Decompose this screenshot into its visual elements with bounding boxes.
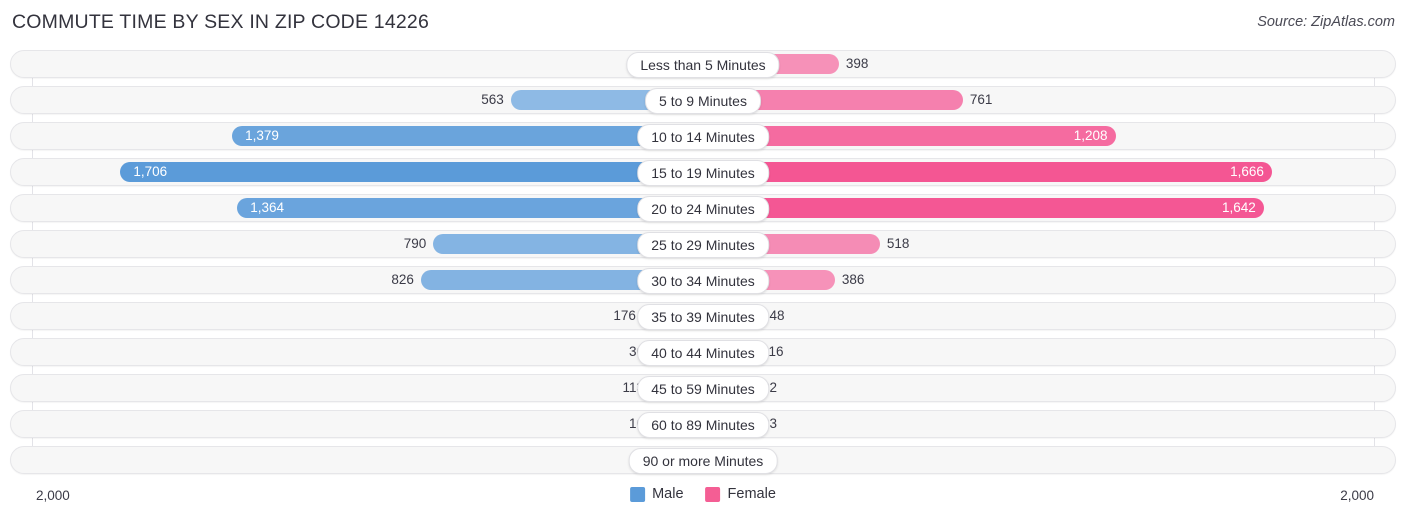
bar-male (120, 162, 703, 182)
bar-value-male: 1,706 (133, 164, 168, 179)
bar-row-inner: 1,706 1,666 15 to 19 Minutes (11, 159, 1395, 186)
bar-value-female: 518 (886, 236, 910, 251)
chart-footer: 2,000 Male Female 2,000 (0, 478, 1406, 523)
bar-male (232, 126, 703, 146)
category-label: 90 or more Minutes (628, 448, 778, 474)
bar-value-male: 826 (391, 272, 414, 287)
category-label: 15 to 19 Minutes (637, 160, 769, 186)
category-label: Less than 5 Minutes (626, 52, 780, 78)
bar-value-male: 790 (403, 236, 427, 251)
bar-row-inner: 162360 to 89 Minutes (11, 411, 1395, 438)
chart-plot-area: 91398Less than 5 Minutes5637615 to 9 Min… (0, 46, 1406, 478)
table-row: 790 518 25 to 29 Minutes (10, 230, 1396, 258)
bar-value-female: 1,642 (1221, 200, 1256, 215)
table-row: 162360 to 89 Minutes (10, 410, 1396, 438)
table-row: 176 148 35 to 39 Minutes (10, 302, 1396, 330)
category-label: 40 to 44 Minutes (637, 340, 769, 366)
bar-value-female: 761 (969, 92, 993, 107)
bar-value-male: 176 (613, 308, 636, 323)
table-row: 826 386 30 to 34 Minutes (10, 266, 1396, 294)
page-title: COMMUTE TIME BY SEX IN ZIP CODE 14226 (12, 11, 430, 33)
legend-item-female[interactable]: Female (705, 486, 776, 502)
category-label: 25 to 29 Minutes (637, 232, 769, 258)
bar-row-inner: 1,379 1,208 10 to 14 Minutes (11, 123, 1395, 150)
table-row: 1,364 1,642 20 to 24 Minutes (10, 194, 1396, 222)
bar-female (703, 198, 1264, 218)
bar-value-male: 1,364 (250, 200, 284, 215)
bar-row-inner: 1,364 1,642 20 to 24 Minutes (11, 195, 1395, 222)
bar-value-female: 1,666 (1230, 164, 1264, 179)
bar-female (703, 162, 1272, 182)
category-label: 10 to 14 Minutes (637, 124, 769, 150)
table-row: 84290 or more Minutes (10, 446, 1396, 474)
bar-row-inner: 3611640 to 44 Minutes (11, 339, 1395, 366)
table-row: 1,379 1,208 10 to 14 Minutes (10, 122, 1396, 150)
bar-row-inner: 113 22 45 to 59 Minutes (11, 375, 1395, 402)
legend-label: Female (727, 486, 776, 502)
chart-header: COMMUTE TIME BY SEX IN ZIP CODE 14226 So… (0, 0, 1406, 46)
legend-item-male[interactable]: Male (630, 486, 684, 502)
axis-tick-right: 2,000 (1340, 488, 1374, 503)
category-label: 30 to 34 Minutes (637, 268, 769, 294)
legend-label: Male (652, 486, 684, 502)
category-label: 20 to 24 Minutes (637, 196, 769, 222)
category-label: 35 to 39 Minutes (637, 304, 769, 330)
category-label: 5 to 9 Minutes (645, 88, 761, 114)
bar-row-inner: 91398Less than 5 Minutes (11, 51, 1395, 78)
table-row: 3611640 to 44 Minutes (10, 338, 1396, 366)
source-attribution: Source: ZipAtlas.com (1257, 14, 1395, 30)
bar-row-inner: 84290 or more Minutes (11, 447, 1395, 474)
category-label: 45 to 59 Minutes (637, 376, 769, 402)
bar-value-female: 386 (841, 272, 865, 287)
bar-row-inner: 790 518 25 to 29 Minutes (11, 231, 1395, 258)
bar-row-inner: 176 148 35 to 39 Minutes (11, 303, 1395, 330)
axis-tick-left: 2,000 (36, 488, 70, 503)
bar-male (237, 198, 703, 218)
bar-value-male: 1,379 (245, 128, 279, 143)
bar-row-inner: 563 761 5 to 9 Minutes (11, 87, 1395, 114)
bar-row-inner: 826 386 30 to 34 Minutes (11, 267, 1395, 294)
bar-value-female: 1,208 (1073, 128, 1108, 143)
table-row: 1,706 1,666 15 to 19 Minutes (10, 158, 1396, 186)
bar-value-female: 398 (845, 56, 869, 71)
square-swatch-icon (630, 486, 646, 502)
category-label: 60 to 89 Minutes (637, 412, 769, 438)
bar-value-male: 563 (481, 92, 504, 107)
table-row: 91398Less than 5 Minutes (10, 50, 1396, 78)
table-row: 563 761 5 to 9 Minutes (10, 86, 1396, 114)
chart-legend: Male Female (630, 486, 776, 502)
table-row: 113 22 45 to 59 Minutes (10, 374, 1396, 402)
square-swatch-icon (705, 486, 721, 502)
